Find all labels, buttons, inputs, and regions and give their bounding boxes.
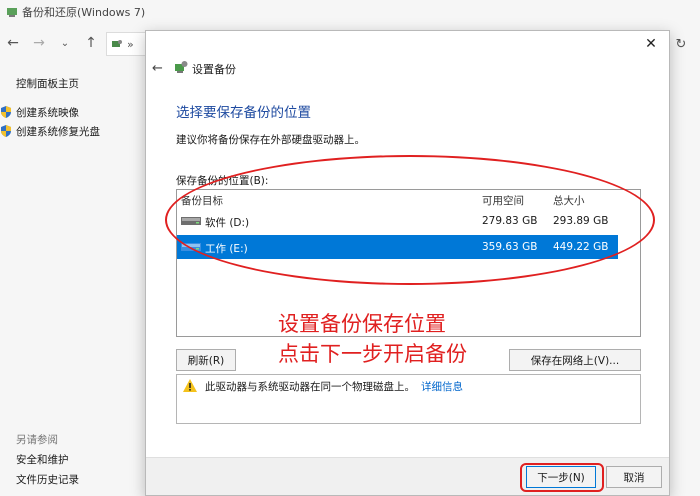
location-label: 保存备份的位置(B): [176,175,269,187]
shield-icon [1,106,11,118]
window-title: 备份和还原(Windows 7) [22,6,146,19]
address-separator: » [127,37,134,51]
warning-icon [183,379,197,392]
up-arrow-icon[interactable]: ↑ [78,30,104,56]
column-header-free-space[interactable]: 可用空间 [482,193,524,208]
sidebar-task-system-image[interactable]: 创建系统映像 [0,105,140,119]
address-bar[interactable]: » [106,32,146,56]
annotation-line-2: 点击下一步开启备份 [278,342,467,366]
sidebar-task-repair-disc[interactable]: 创建系统修复光盘 [0,124,140,138]
list-header: 备份目标 可用空间 总大小 [177,190,640,208]
next-button[interactable]: 下一步(N) [526,466,596,488]
chevron-down-icon[interactable]: ⌄ [52,30,78,56]
drive-row-e[interactable]: 工作 (E:) 359.63 GB 449.22 GB [177,235,618,259]
drive-free-space: 359.63 GB [482,241,538,253]
warning-panel: 此驱动器与系统驱动器在同一个物理磁盘上。 详细信息 [176,374,641,424]
drive-total-size: 293.89 GB [553,215,609,227]
back-arrow-icon[interactable]: ← [152,59,170,77]
page-heading: 选择要保存备份的位置 [176,105,311,121]
control-panel-icon [112,40,122,47]
close-icon[interactable]: ✕ [641,35,661,53]
backup-icon [175,61,188,73]
sidebar-home-link[interactable]: 控制面板主页 [16,76,79,91]
sidebar-task-label: 创建系统映像 [16,107,79,119]
column-header-total-size[interactable]: 总大小 [553,193,585,208]
see-also-security-link[interactable]: 安全和维护 [16,452,69,467]
hard-drive-icon [181,243,201,251]
column-header-target[interactable]: 备份目标 [181,193,223,208]
setup-backup-dialog: ✕ ← 设置备份 选择要保存备份的位置 建议你将备份保存在外部硬盘驱动器上。 保… [145,30,670,496]
drive-total-size: 449.22 GB [553,241,609,253]
forward-arrow-icon[interactable]: → [26,30,52,56]
drive-name: 软件 (D:) [205,217,250,229]
hard-drive-icon [181,217,201,225]
see-also-heading: 另请参阅 [16,434,58,446]
cancel-button[interactable]: 取消 [606,466,662,488]
warning-text: 此驱动器与系统驱动器在同一个物理磁盘上。 [205,381,415,393]
save-on-network-button[interactable]: 保存在网络上(V)... [509,349,641,371]
details-link[interactable]: 详细信息 [421,381,463,393]
sidebar-task-label: 创建系统修复光盘 [16,126,100,138]
warning-message: 此驱动器与系统驱动器在同一个物理磁盘上。 详细信息 [205,379,463,394]
window-titlebar: 备份和还原(Windows 7) [0,0,700,24]
drive-row-d[interactable]: 软件 (D:) 279.83 GB 293.89 GB [177,209,618,233]
shield-icon [1,125,11,137]
dialog-footer: 下一步(N) 取消 [146,457,669,495]
backup-app-icon [7,8,17,17]
back-arrow-icon[interactable]: ← [0,30,26,56]
dialog-title: 设置备份 [192,63,236,76]
drive-name: 工作 (E:) [205,243,248,255]
see-also-file-history-link[interactable]: 文件历史记录 [16,472,79,487]
annotation-line-1: 设置备份保存位置 [278,312,446,336]
drive-free-space: 279.83 GB [482,215,538,227]
refresh-icon[interactable]: ↻ [670,32,692,56]
page-description: 建议你将备份保存在外部硬盘驱动器上。 [176,134,365,146]
refresh-button[interactable]: 刷新(R) [176,349,236,371]
